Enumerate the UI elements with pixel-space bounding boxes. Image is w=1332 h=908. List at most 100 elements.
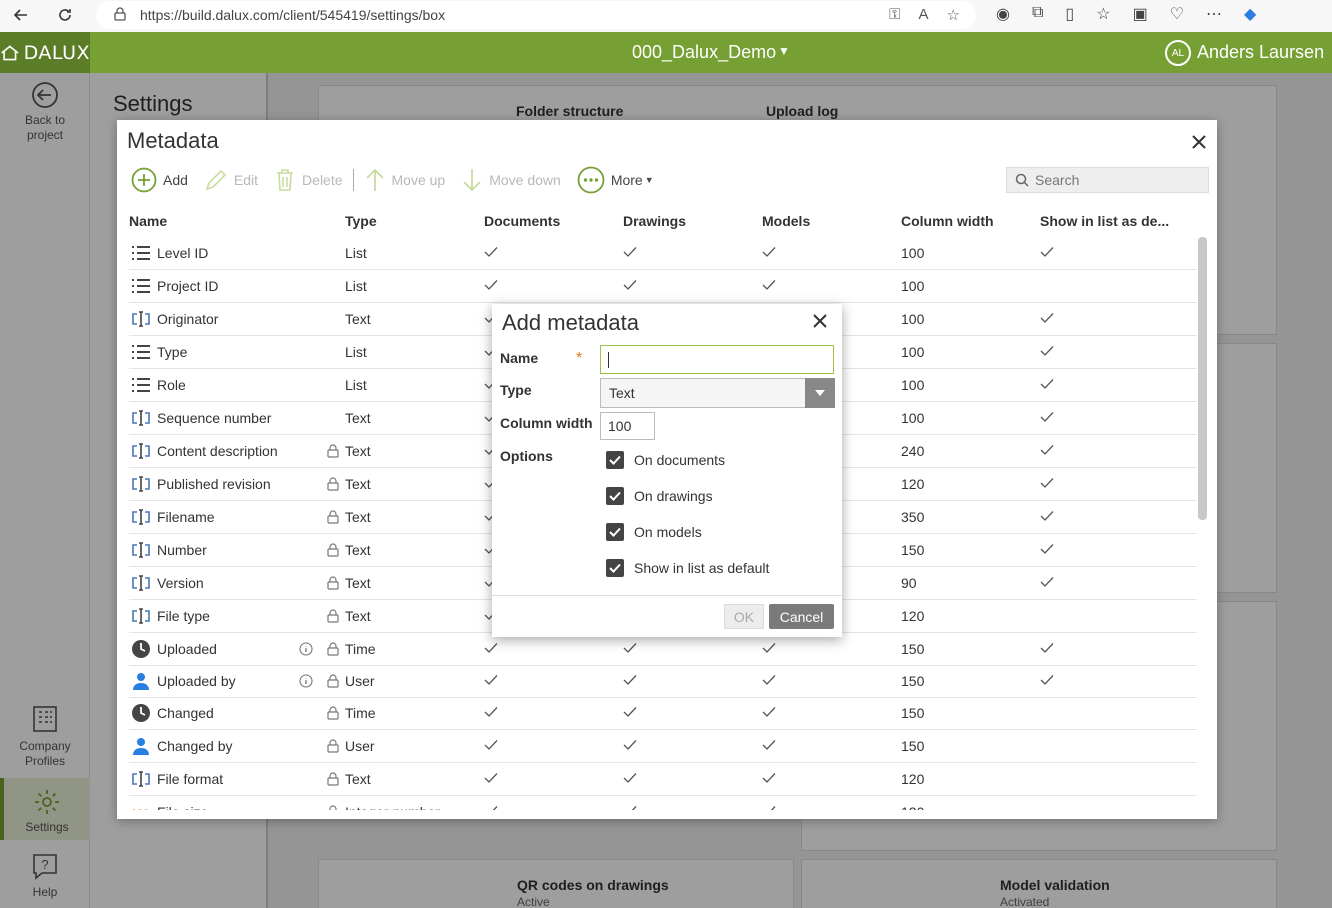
- add-label: Add: [163, 172, 188, 188]
- dalux-logo[interactable]: DALUX: [0, 32, 90, 73]
- row-type: Text: [345, 575, 371, 591]
- name-field[interactable]: [600, 345, 834, 374]
- column-header-type[interactable]: Type: [345, 213, 377, 229]
- table-row[interactable]: Project ID List 100: [129, 270, 1197, 303]
- row-column-width: 240: [901, 443, 925, 459]
- text-type-icon: [131, 769, 151, 789]
- row-type: Integer number: [345, 804, 440, 810]
- refresh-icon[interactable]: [54, 4, 76, 26]
- add-metadata-dialog: Add metadata Name * Type Text Column wid…: [492, 304, 842, 637]
- column-header-models[interactable]: Models: [762, 213, 810, 229]
- row-column-width: 120: [901, 804, 924, 810]
- more-button[interactable]: More ▼: [577, 166, 654, 194]
- info-icon[interactable]: [299, 642, 313, 659]
- option-on-documents[interactable]: On documents: [606, 450, 725, 470]
- copilot-icon[interactable]: ◆: [1244, 4, 1256, 24]
- favorite-star-icon[interactable]: ☆: [947, 6, 960, 24]
- scrollbar[interactable]: [1198, 237, 1207, 520]
- dialog-title: Add metadata: [502, 310, 639, 335]
- search-icon: [1015, 173, 1029, 187]
- row-name: Version: [157, 575, 204, 591]
- split-screen-icon[interactable]: ▯: [1065, 4, 1074, 24]
- column-header-column-width[interactable]: Column width: [901, 213, 994, 229]
- checkmark-icon: [484, 278, 498, 294]
- checkmark-icon: [1040, 443, 1054, 459]
- row-name: Project ID: [157, 278, 219, 294]
- column-header-show-default[interactable]: Show in list as de...: [1040, 213, 1169, 229]
- checkbox-checked-icon[interactable]: [606, 451, 624, 469]
- checkmark-icon: [484, 705, 498, 721]
- edit-button[interactable]: Edit: [204, 168, 258, 192]
- option-on-drawings[interactable]: On drawings: [606, 486, 713, 506]
- chevron-down-icon[interactable]: [805, 378, 835, 408]
- search-input[interactable]: Search: [1006, 167, 1209, 193]
- row-name: Changed by: [157, 738, 233, 754]
- cancel-button[interactable]: Cancel: [769, 604, 834, 629]
- checkbox-checked-icon[interactable]: [606, 523, 624, 541]
- type-selected-value: Text: [609, 385, 635, 401]
- row-column-width: 120: [901, 608, 925, 624]
- ok-button[interactable]: OK: [724, 604, 764, 629]
- column-header-documents[interactable]: Documents: [484, 213, 560, 229]
- row-column-width: 100: [901, 311, 925, 327]
- collections-icon[interactable]: ▣: [1133, 4, 1148, 24]
- checkmark-icon: [623, 771, 637, 787]
- user-name[interactable]: Anders Laursen: [1197, 42, 1324, 63]
- table-row[interactable]: Changed Time 150: [129, 697, 1197, 730]
- table-row[interactable]: File format Text 120: [129, 763, 1197, 796]
- table-row[interactable]: Changed by User 150: [129, 730, 1197, 763]
- project-selector[interactable]: 000_Dalux_Demo: [632, 42, 776, 63]
- lock-icon: [327, 576, 339, 593]
- list-type-icon: [131, 375, 151, 395]
- close-icon[interactable]: [812, 312, 828, 335]
- performance-icon[interactable]: ♡: [1170, 4, 1184, 24]
- table-row[interactable]: 123 File size Integer number 120: [129, 796, 1197, 810]
- row-name: Originator: [157, 311, 219, 327]
- move-up-button[interactable]: Move up: [364, 167, 445, 193]
- checkmark-icon: [762, 641, 776, 657]
- close-icon[interactable]: [1191, 130, 1207, 156]
- type-select[interactable]: Text: [600, 378, 835, 408]
- app-header: DALUX 000_Dalux_Demo ▼ AL Anders Laursen: [0, 32, 1332, 73]
- chevron-down-icon[interactable]: ▼: [778, 44, 790, 58]
- option-show-in-list[interactable]: Show in list as default: [606, 558, 769, 578]
- lock-icon: [327, 805, 339, 810]
- row-column-width: 120: [901, 771, 925, 787]
- row-column-width: 150: [901, 641, 925, 657]
- table-row[interactable]: Uploaded Time 150: [129, 633, 1197, 666]
- checkmark-icon: [762, 738, 776, 754]
- favorites-icon[interactable]: ☆: [1096, 4, 1110, 24]
- checkbox-checked-icon[interactable]: [606, 487, 624, 505]
- arrow-up-icon: [365, 168, 384, 191]
- edit-label: Edit: [233, 172, 259, 188]
- option-on-models[interactable]: On models: [606, 522, 702, 542]
- text-type-icon: [131, 441, 151, 461]
- row-name: Changed: [157, 705, 214, 721]
- back-arrow-icon[interactable]: [10, 4, 32, 26]
- extension-icon[interactable]: ◉: [996, 4, 1010, 24]
- avatar[interactable]: AL: [1165, 40, 1191, 66]
- checkmark-icon: [762, 245, 776, 261]
- delete-button[interactable]: Delete: [274, 168, 343, 192]
- more-icon[interactable]: ⋯: [1206, 4, 1222, 24]
- move-down-button[interactable]: Move down: [461, 167, 561, 193]
- table-row[interactable]: Uploaded by User 150: [129, 665, 1197, 698]
- key-icon[interactable]: ⚿: [889, 6, 900, 24]
- column-header-drawings[interactable]: Drawings: [623, 213, 686, 229]
- lock-icon: [327, 444, 339, 461]
- checkmark-icon: [762, 804, 776, 810]
- info-icon[interactable]: [299, 674, 313, 691]
- lock-icon: [327, 510, 339, 527]
- text-type-icon: [131, 540, 151, 560]
- add-button[interactable]: Add: [131, 167, 188, 193]
- puzzle-icon[interactable]: ⧉: [1032, 4, 1043, 24]
- row-column-width: 100: [901, 377, 925, 393]
- text-type-icon: [131, 474, 151, 494]
- read-aloud-icon[interactable]: A: [919, 6, 929, 24]
- table-row[interactable]: Level ID List 100: [129, 237, 1197, 270]
- column-header-name[interactable]: Name: [129, 213, 167, 229]
- address-bar[interactable]: https://build.dalux.com/client/545419/se…: [96, 1, 976, 29]
- column-width-field[interactable]: 100: [600, 412, 655, 440]
- checkbox-checked-icon[interactable]: [606, 559, 624, 577]
- lock-icon: [327, 609, 339, 626]
